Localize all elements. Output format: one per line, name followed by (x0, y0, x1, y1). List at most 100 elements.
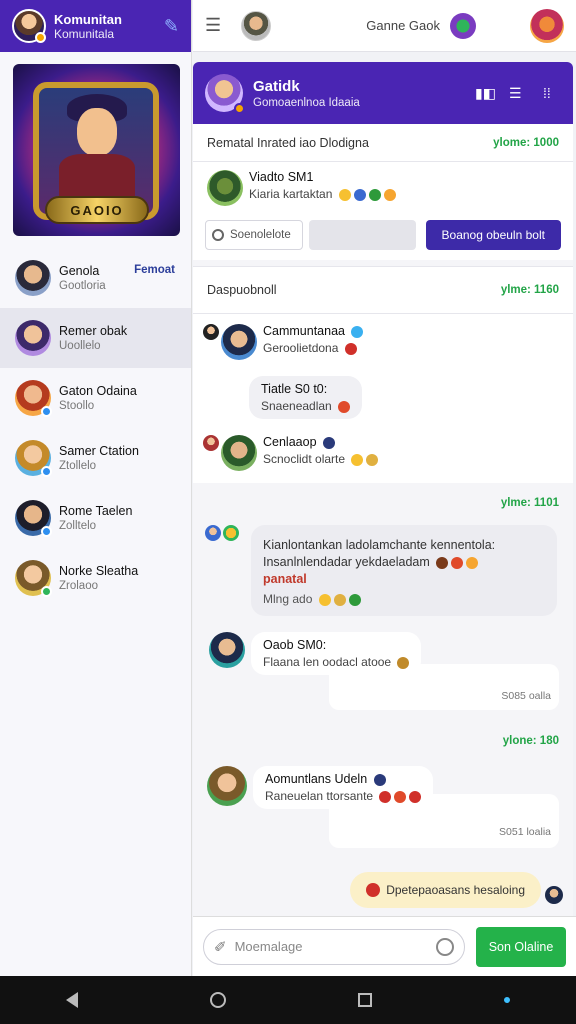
message[interactable]: Oaob SM0: Flaana len oodacl atooe (199, 624, 431, 683)
attach-icon[interactable]: ✐ (214, 938, 227, 956)
avatar (209, 632, 245, 668)
members-icon[interactable]: ▮◧ (475, 85, 496, 101)
message[interactable]: Cenlaaop Scnoclidt olarte (193, 427, 573, 479)
sender-avatar (545, 886, 563, 904)
search-placeholder: Soenolelote (230, 229, 291, 241)
contact-tag: Femoat (134, 264, 175, 276)
status-dot (41, 586, 52, 597)
avatar (221, 435, 257, 471)
emoji-icon (397, 656, 410, 669)
hero-body (59, 154, 135, 200)
message[interactable]: Kianlontankan ladolamchante kennentola: … (193, 523, 573, 624)
message[interactable]: Viadto SM1 Kiaria kartaktan (193, 162, 573, 214)
avatar (207, 766, 247, 806)
status-dot (41, 466, 52, 477)
message-input[interactable]: ✐ Moemalage (203, 928, 465, 965)
bubble-line-3: Mlng ado (263, 592, 313, 606)
sidebar-item-remer-obak[interactable]: Remer obak Uoollelo (0, 308, 191, 368)
back-icon[interactable] (66, 992, 78, 1008)
smile-emoji-icon (338, 188, 351, 201)
message-text: Kiaria kartaktan (249, 187, 333, 201)
message-author: Tiatle S0 t0: (261, 382, 328, 396)
bubble-line-2-row: Insanlnlendadar yekdaeladam (263, 555, 545, 569)
game-banner[interactable]: GAOIO (13, 64, 180, 236)
sidebar-subtitle: Komunitala (54, 26, 115, 41)
green-emoji-icon (368, 188, 381, 201)
emoji-icon (436, 556, 449, 569)
section-title: Daspuobnoll (207, 283, 277, 297)
recents-icon[interactable] (358, 993, 372, 1007)
pin-icon[interactable]: ✎ (164, 16, 179, 37)
profile-avatar[interactable] (486, 9, 520, 43)
search-icon (212, 229, 224, 241)
message-composer: ✐ Moemalage Son Olaline (193, 916, 576, 976)
time-divider: ylone: 180 (193, 724, 573, 758)
game-title: Ganne Gaok (366, 18, 440, 33)
sidebar-item-samer-ctation[interactable]: Samer Ctation Ztollelo (0, 428, 191, 488)
message-text: Geroolietdona (263, 341, 339, 355)
hero-face (77, 108, 117, 156)
search-button[interactable]: Boanog obeuln bolt (425, 220, 561, 250)
notification-avatar[interactable] (530, 8, 564, 43)
status-dot (41, 526, 52, 537)
contact-status: Stoollo (59, 400, 95, 412)
menu-icon[interactable]: ☰ (205, 15, 229, 36)
reply-group: S051 loalia Aomuntlans Udeln Raneuelan t… (193, 758, 573, 858)
avatar (15, 500, 52, 537)
emoji-icon (366, 883, 381, 897)
sidebar-item-gaton-odaina[interactable]: Gaton Odaina Stoollo (0, 368, 191, 428)
message[interactable]: Cammuntanaa Geroolietdona (193, 314, 573, 368)
avatar (15, 380, 52, 417)
group-avatar[interactable] (205, 74, 245, 114)
message-author: Viadto SM1 (249, 170, 314, 184)
chat-title: Gatidk (253, 77, 300, 95)
message[interactable]: Aomuntlans Udeln Raneuelan ttorsante (197, 758, 443, 817)
user-avatar[interactable] (12, 9, 46, 43)
section-title: Rematal Inrated iao Dlodigna (207, 135, 369, 150)
send-button[interactable]: Son Olaline (476, 926, 566, 967)
filter-input[interactable] (309, 220, 416, 250)
avatar (15, 320, 51, 356)
home-icon[interactable] (210, 992, 226, 1008)
emoji-icon (379, 790, 392, 803)
emoji-icon (451, 556, 464, 569)
emoji-icon[interactable] (436, 937, 454, 956)
mini-badge (223, 525, 239, 541)
sidebar-item-genola[interactable]: Genola Gootloria Femoat (0, 248, 191, 308)
user-avatar[interactable] (241, 10, 271, 41)
emoji-icon (333, 593, 346, 606)
avatar (15, 260, 51, 296)
section-header: Rematal Inrated iao Dlodigna ylome: 1000 (193, 124, 573, 162)
bubble-line-1: Kianlontankan ladolamchante kennentola: (263, 538, 496, 552)
outgoing-row: Dpetepaoasans hesaloing (193, 858, 573, 918)
list-icon[interactable]: ☰ (509, 85, 527, 101)
heart-emoji-icon (344, 342, 357, 355)
sidebar-item-rome-taelen[interactable]: Rome Taelen Zolltelo (0, 488, 191, 548)
top-bar: ☰ Ganne Gaok (193, 0, 576, 52)
game-icon[interactable] (450, 12, 476, 39)
section-header: Daspuobnoll ylme: 1160 (193, 266, 573, 314)
assistant-dot-icon[interactable] (504, 997, 510, 1003)
message-placeholder: Moemalage (234, 939, 303, 954)
reply-meta: S051 loalia (499, 826, 551, 838)
smile-emoji-icon (351, 453, 364, 466)
emoji-icon (466, 556, 479, 569)
mini-avatar (205, 525, 221, 541)
grin-emoji-icon (383, 188, 396, 201)
avatar (207, 170, 243, 206)
chat-panel: Gatidk Gomoaenlnoa Idaaia ▮◧ ☰ ⁞⁞ Remata… (193, 62, 573, 976)
avatar (15, 440, 52, 477)
reply-meta: S085 oalla (501, 690, 551, 702)
cheer-emoji-icon (366, 453, 379, 466)
message-card: Viadto SM1 Kiaria kartaktan Soenolelote … (193, 162, 573, 260)
search-input[interactable]: Soenolelote (205, 220, 304, 250)
message-author: Cammuntanaa (263, 324, 364, 338)
more-icon[interactable]: ⁞⁞ (543, 85, 561, 101)
sidebar-item-norke-sleatha[interactable]: Norke Sleatha Zrolaoo (0, 548, 191, 608)
outgoing-bubble[interactable]: Dpetepaoasans hesaloing (350, 872, 541, 908)
status-dot (234, 103, 245, 114)
bubble-line-2: Insanlnlendadar yekdaeladam (263, 555, 430, 569)
emoji-icon (409, 790, 422, 803)
message[interactable]: Tiatle S0 t0: Snaeneadlan (193, 368, 573, 427)
section-time: ylome: 1000 (493, 136, 559, 149)
